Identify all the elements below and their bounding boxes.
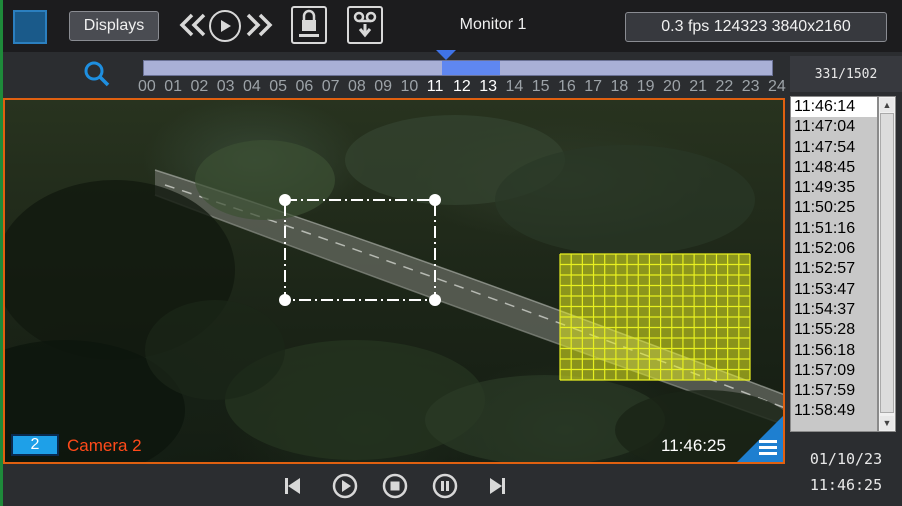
resize-handle[interactable]: [279, 194, 291, 206]
timeline-hour-labels: 00 01 02 03 04 05 06 07 08 09 10 11 12 13 14 15 16 17 18 19…: [138, 78, 788, 98]
play-icon[interactable]: [209, 10, 241, 42]
timeline-hour-label: 24: [768, 78, 786, 95]
timeline-hour-label: 00: [138, 78, 156, 95]
timeline-hour-label: 12: [453, 78, 471, 95]
rewind-icon[interactable]: [177, 10, 209, 40]
timeline-hour-label: 09: [374, 78, 393, 95]
time-list-item[interactable]: 11:48:45: [791, 158, 877, 178]
time-list-item[interactable]: 11:47:04: [791, 117, 877, 137]
tape-download-icon[interactable]: [347, 6, 383, 44]
menu-icon[interactable]: [737, 416, 783, 462]
timeline-hour-label: 05: [269, 78, 288, 95]
pause-icon[interactable]: [431, 472, 459, 500]
timeline-hour-label: 14: [505, 78, 524, 95]
scroll-up-icon[interactable]: ▲: [880, 98, 894, 112]
time-list-item[interactable]: 11:50:25: [791, 198, 877, 218]
timeline-hour-label: 04: [243, 78, 261, 95]
timeline-hour-label: 02: [190, 78, 209, 95]
time-list-item[interactable]: 11:53:47: [791, 280, 877, 300]
time-list-item[interactable]: 11:46:14: [791, 97, 877, 118]
resize-handle[interactable]: [279, 294, 291, 306]
timeline-hour-label: 21: [689, 78, 708, 95]
timeline-hour-label: 07: [321, 78, 340, 95]
time-list-item[interactable]: 11:57:09: [791, 361, 877, 381]
step-back-icon[interactable]: [279, 472, 307, 500]
timeline-position-marker[interactable]: [436, 50, 456, 60]
current-time: 11:46:25: [809, 476, 883, 494]
time-list-item[interactable]: 11:55:28: [791, 320, 877, 340]
timeline-hour-label: 22: [715, 78, 734, 95]
current-datetime: 01/10/23 11:46:25: [790, 440, 902, 506]
playback-controls: [3, 464, 785, 506]
timeline-hour-label: 06: [295, 78, 314, 95]
stop-icon[interactable]: [381, 472, 409, 500]
timeline-hour-label: 20: [663, 78, 681, 95]
time-list-item[interactable]: 11:54:37: [791, 300, 877, 320]
fast-forward-icon[interactable]: [243, 10, 275, 40]
timeline: 00 01 02 03 04 05 06 07 08 09 10 11 12 13 14 15 16 17 18 19…: [3, 50, 788, 98]
timeline-hour-label: 18: [610, 78, 629, 95]
play-icon[interactable]: [331, 472, 359, 500]
app-icon[interactable]: [13, 10, 47, 44]
time-list-item[interactable]: 11:57:59: [791, 381, 877, 401]
frame-counter: 331/1502: [790, 56, 902, 92]
time-list-item[interactable]: 11:52:57: [791, 259, 877, 279]
resize-handle[interactable]: [429, 194, 441, 206]
time-list-item[interactable]: 11:51:16: [791, 219, 877, 239]
resize-handle[interactable]: [429, 294, 441, 306]
scrollbar-thumb[interactable]: [880, 113, 894, 413]
top-toolbar: Displays Monitor 1 0.3 fps 124323 3840x2…: [3, 0, 902, 52]
scroll-down-icon[interactable]: ▼: [880, 416, 894, 430]
time-list-item[interactable]: 11:47:54: [791, 138, 877, 158]
recording-time-list[interactable]: 11:46:14 11:47:04 11:47:54 11:48:45 11:49:35…: [790, 96, 878, 432]
lock-icon[interactable]: [291, 6, 327, 44]
time-list-item[interactable]: 11:58:49: [791, 401, 877, 421]
status-display: 0.3 fps 124323 3840x2160: [625, 12, 887, 42]
step-forward-icon[interactable]: [483, 472, 511, 500]
timeline-hour-label: 19: [636, 78, 655, 95]
camera-name: Camera 2: [67, 436, 142, 455]
time-list-item[interactable]: 11:49:35: [791, 178, 877, 198]
video-timestamp: 11:46:25: [661, 436, 726, 455]
time-list-item[interactable]: 11:52:06: [791, 239, 877, 259]
timeline-selection[interactable]: [442, 61, 500, 75]
timeline-hour-label: 16: [558, 78, 576, 95]
timeline-hour-label: 13: [479, 78, 498, 95]
timeline-hour-label: 17: [584, 78, 603, 95]
timeline-hour-label: 10: [400, 78, 419, 95]
timeline-hour-label: 15: [531, 78, 550, 95]
current-date: 01/10/23: [809, 450, 883, 468]
timeline-hour-label: 03: [216, 78, 235, 95]
timeline-hour-label: 01: [164, 78, 183, 95]
monitor-title: Monitor 1: [459, 16, 527, 33]
region-selection-box[interactable]: [5, 100, 783, 462]
search-icon[interactable]: [83, 60, 111, 88]
timeline-hour-label: 23: [741, 78, 760, 95]
time-list-scrollbar[interactable]: ▲ ▼: [878, 96, 896, 432]
camera-number-badge: 2: [11, 434, 59, 456]
timeline-hour-label: 11: [426, 78, 444, 95]
camera-video-view[interactable]: 2 Camera 2 11:46:25: [3, 98, 785, 464]
time-list-item[interactable]: 11:56:18: [791, 341, 877, 361]
timeline-hour-label: 08: [348, 78, 366, 95]
displays-button[interactable]: Displays: [69, 11, 159, 41]
